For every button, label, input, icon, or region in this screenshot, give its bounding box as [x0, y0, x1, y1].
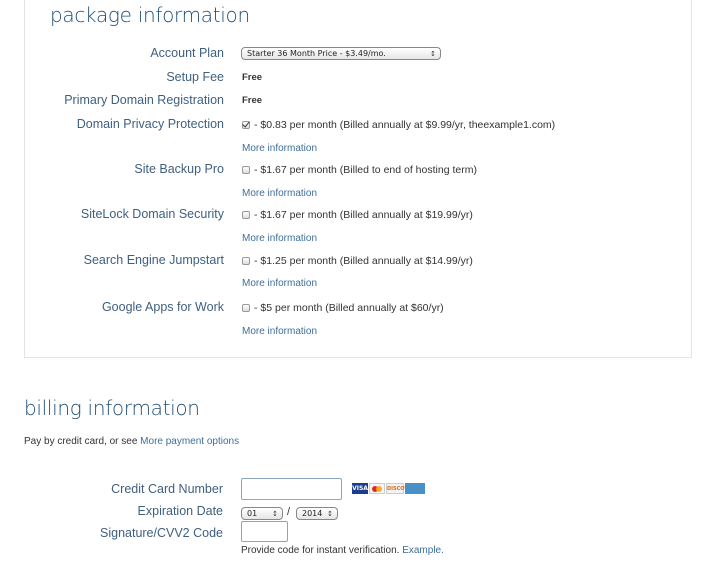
- card-logos: VISA DISCOVER: [352, 483, 426, 494]
- domain-privacy-more-link[interactable]: More information: [242, 142, 317, 156]
- cc-number-label: Credit Card Number: [111, 482, 223, 496]
- google-apps-more-link[interactable]: More information: [242, 325, 317, 339]
- domain-privacy-label: Domain Privacy Protection: [76, 117, 224, 131]
- billing-heading: billing information: [24, 396, 200, 420]
- exp-month-select[interactable]: 01 ↕: [241, 507, 283, 520]
- cvv-label: Signature/CVV2 Code: [100, 526, 223, 540]
- exp-year-select[interactable]: 2014 ↕: [296, 507, 338, 520]
- pay-text-prefix: Pay by credit card, or see: [24, 436, 141, 447]
- exp-month-value: 01: [247, 509, 258, 518]
- google-apps-option: - $5 per month (Billed annually at $60/y…: [242, 301, 444, 315]
- more-payment-options-link[interactable]: More payment options: [140, 436, 239, 447]
- setup-fee-label: Setup Fee: [166, 70, 224, 84]
- domain-privacy-checkbox[interactable]: [242, 121, 250, 129]
- setup-fee-value: Free: [242, 72, 263, 83]
- updown-arrow-icon: ↕: [327, 510, 333, 518]
- sitelock-option: - $1.67 per month (Billed annually at $1…: [242, 208, 473, 222]
- domain-privacy-option: - $0.83 per month (Billed annually at $9…: [242, 118, 555, 132]
- site-backup-checkbox[interactable]: [242, 166, 250, 174]
- visa-icon: VISA: [352, 483, 368, 494]
- site-backup-option: - $1.67 per month (Billed to end of host…: [242, 163, 477, 177]
- pay-text: Pay by credit card, or see More payment …: [24, 436, 239, 447]
- cvv-hint-text: Provide code for instant verification.: [241, 545, 403, 556]
- sitelock-more-link[interactable]: More information: [242, 232, 317, 246]
- sitelock-label: SiteLock Domain Security: [80, 207, 224, 221]
- search-engine-option: - $1.25 per month (Billed annually at $1…: [242, 254, 473, 268]
- search-engine-label: Search Engine Jumpstart: [83, 253, 224, 267]
- primary-domain-value: Free: [242, 95, 263, 106]
- updown-arrow-icon: ↕: [430, 50, 436, 58]
- exp-year-value: 2014: [302, 509, 323, 518]
- google-apps-label: Google Apps for Work: [101, 300, 224, 314]
- cvv-example-link[interactable]: Example.: [402, 545, 444, 556]
- expiration-label: Expiration Date: [137, 504, 223, 518]
- amex-icon: [405, 483, 425, 494]
- package-heading: package information: [50, 3, 250, 27]
- exp-separator: /: [287, 506, 291, 518]
- mastercard-icon: [369, 483, 385, 494]
- primary-domain-label: Primary Domain Registration: [64, 93, 224, 107]
- google-apps-text: - $5 per month (Billed annually at $60/y…: [254, 302, 444, 314]
- sitelock-checkbox[interactable]: [242, 211, 250, 219]
- updown-arrow-icon: ↕: [272, 510, 278, 518]
- site-backup-label: Site Backup Pro: [134, 162, 224, 176]
- account-plan-select[interactable]: Starter 36 Month Price - $3.49/mo. ↕: [241, 47, 441, 60]
- cvv-hint: Provide code for instant verification. E…: [241, 545, 444, 556]
- search-engine-more-link[interactable]: More information: [242, 277, 317, 291]
- domain-privacy-text: - $0.83 per month (Billed annually at $9…: [254, 119, 556, 131]
- search-engine-checkbox[interactable]: [242, 257, 250, 265]
- cvv-input[interactable]: [241, 521, 288, 542]
- search-engine-text: - $1.25 per month (Billed annually at $1…: [254, 255, 473, 267]
- site-backup-text: - $1.67 per month (Billed to end of host…: [254, 164, 477, 176]
- site-backup-more-link[interactable]: More information: [242, 187, 317, 201]
- account-plan-label: Account Plan: [150, 46, 224, 60]
- sitelock-text: - $1.67 per month (Billed annually at $1…: [254, 209, 473, 221]
- discover-icon: DISCOVER: [386, 483, 416, 494]
- google-apps-checkbox[interactable]: [242, 304, 250, 312]
- account-plan-value: Starter 36 Month Price - $3.49/mo.: [247, 49, 386, 58]
- cc-number-input[interactable]: [241, 478, 342, 500]
